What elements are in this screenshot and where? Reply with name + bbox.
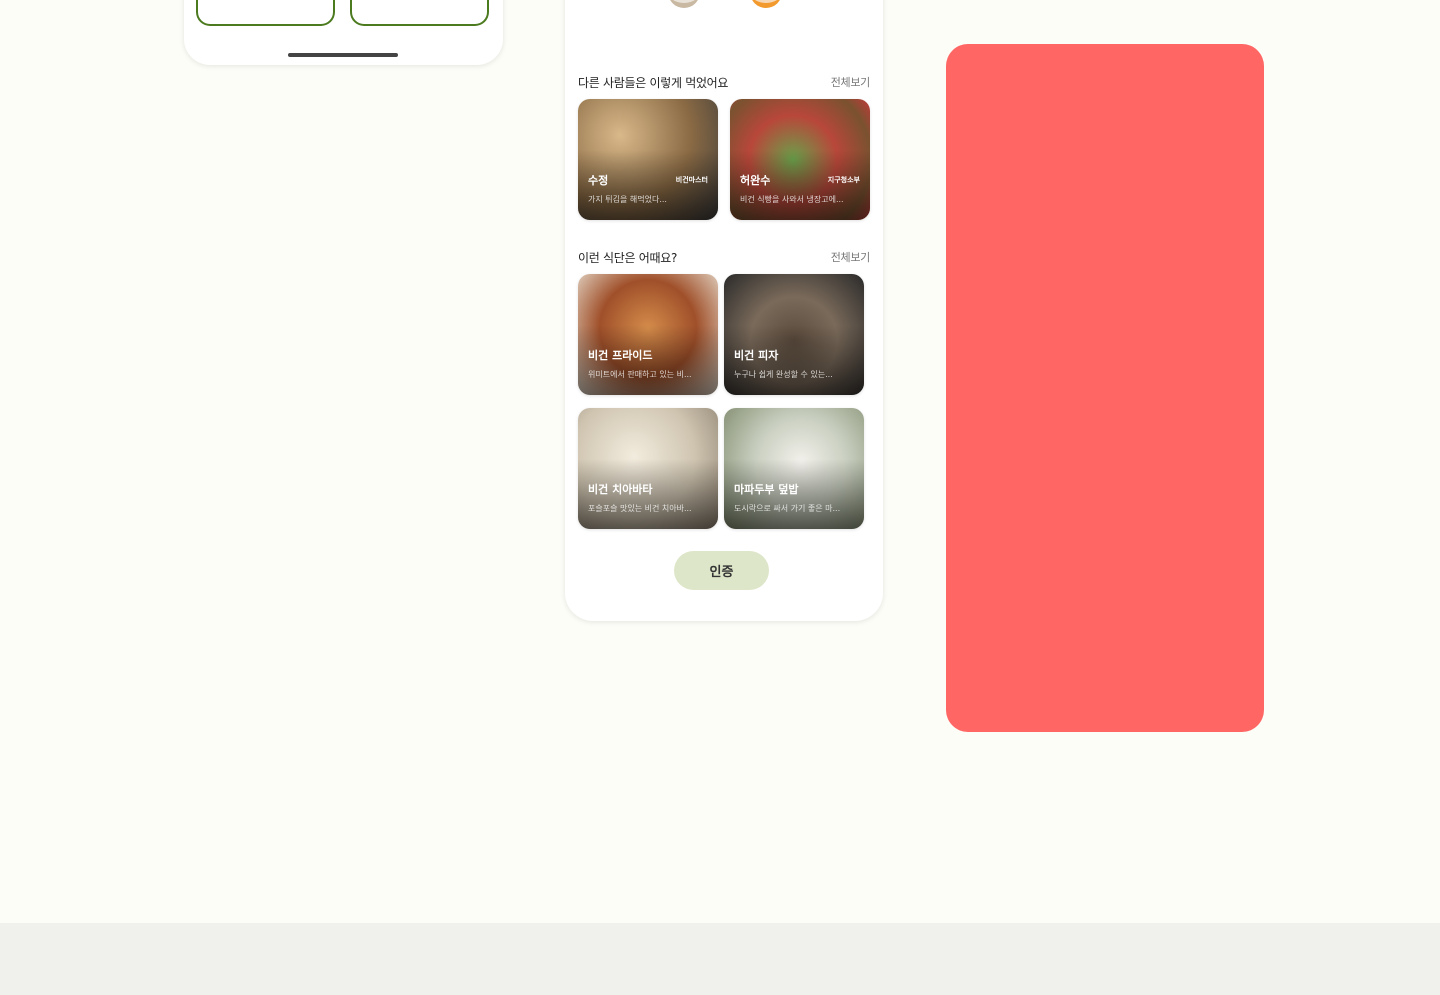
post-card[interactable]: 수정 비건마스터 가지 튀김을 해먹었다... bbox=[578, 99, 718, 220]
middle-phone-screen: 다른 사람들은 이렇게 먹었어요 전체보기 수정 비건마스터 가지 튀김을 해먹… bbox=[565, 0, 883, 621]
meal-card[interactable]: 비건 피자 누구나 쉽게 완성할 수 있는... bbox=[724, 274, 864, 395]
post-card[interactable]: 허완수 지구청소부 비건 식빵을 사와서 냉장고에... bbox=[730, 99, 870, 220]
red-placeholder-screen bbox=[946, 44, 1264, 732]
meal-name: 마파두부 덮밥 bbox=[734, 483, 799, 496]
meal-card[interactable]: 마파두부 덮밥 도시락으로 싸서 가기 좋은 마... bbox=[724, 408, 864, 529]
top-icons-row bbox=[565, 0, 883, 8]
meal-desc: 포슬포슬 맛있는 비건 치아바... bbox=[588, 504, 692, 513]
post-text: 가지 튀김을 해먹었다... bbox=[588, 195, 667, 204]
meal-name: 비건 치아바타 bbox=[588, 483, 653, 496]
food-icon[interactable] bbox=[750, 0, 782, 8]
post-badge: 비건마스터 bbox=[675, 176, 708, 184]
meal-desc: 누구나 쉽게 완성할 수 있는... bbox=[734, 370, 833, 379]
suggest-section-title: 이런 식단은 어때요? bbox=[578, 250, 678, 265]
footer-band bbox=[0, 923, 1440, 995]
verify-button[interactable]: 인증 bbox=[674, 551, 769, 590]
meal-name: 비건 피자 bbox=[734, 349, 779, 362]
suggest-see-all-link[interactable]: 전체보기 bbox=[831, 249, 871, 265]
right-option-button[interactable] bbox=[350, 0, 489, 26]
others-see-all-link[interactable]: 전체보기 bbox=[831, 74, 871, 90]
suggest-section-header: 이런 식단은 어때요? 전체보기 bbox=[578, 248, 870, 266]
post-badge: 지구청소부 bbox=[827, 176, 860, 184]
meal-name: 비건 프라이드 bbox=[588, 349, 653, 362]
post-text: 비건 식빵을 사와서 냉장고에... bbox=[740, 195, 844, 204]
others-section-header: 다른 사람들은 이렇게 먹었어요 전체보기 bbox=[578, 73, 870, 91]
meal-desc: 위미트에서 판매하고 있는 비... bbox=[588, 370, 692, 379]
home-indicator bbox=[288, 53, 398, 57]
left-phone-screen bbox=[184, 0, 503, 65]
meal-card[interactable]: 비건 치아바타 포슬포슬 맛있는 비건 치아바... bbox=[578, 408, 718, 529]
post-user: 수정 bbox=[588, 174, 609, 187]
others-section-title: 다른 사람들은 이렇게 먹었어요 bbox=[578, 75, 729, 90]
left-option-button[interactable] bbox=[196, 0, 335, 26]
meal-card[interactable]: 비건 프라이드 위미트에서 판매하고 있는 비... bbox=[578, 274, 718, 395]
post-user: 허완수 bbox=[740, 174, 771, 187]
meal-desc: 도시락으로 싸서 가기 좋은 마... bbox=[734, 504, 841, 513]
bowl-icon[interactable] bbox=[668, 0, 700, 8]
